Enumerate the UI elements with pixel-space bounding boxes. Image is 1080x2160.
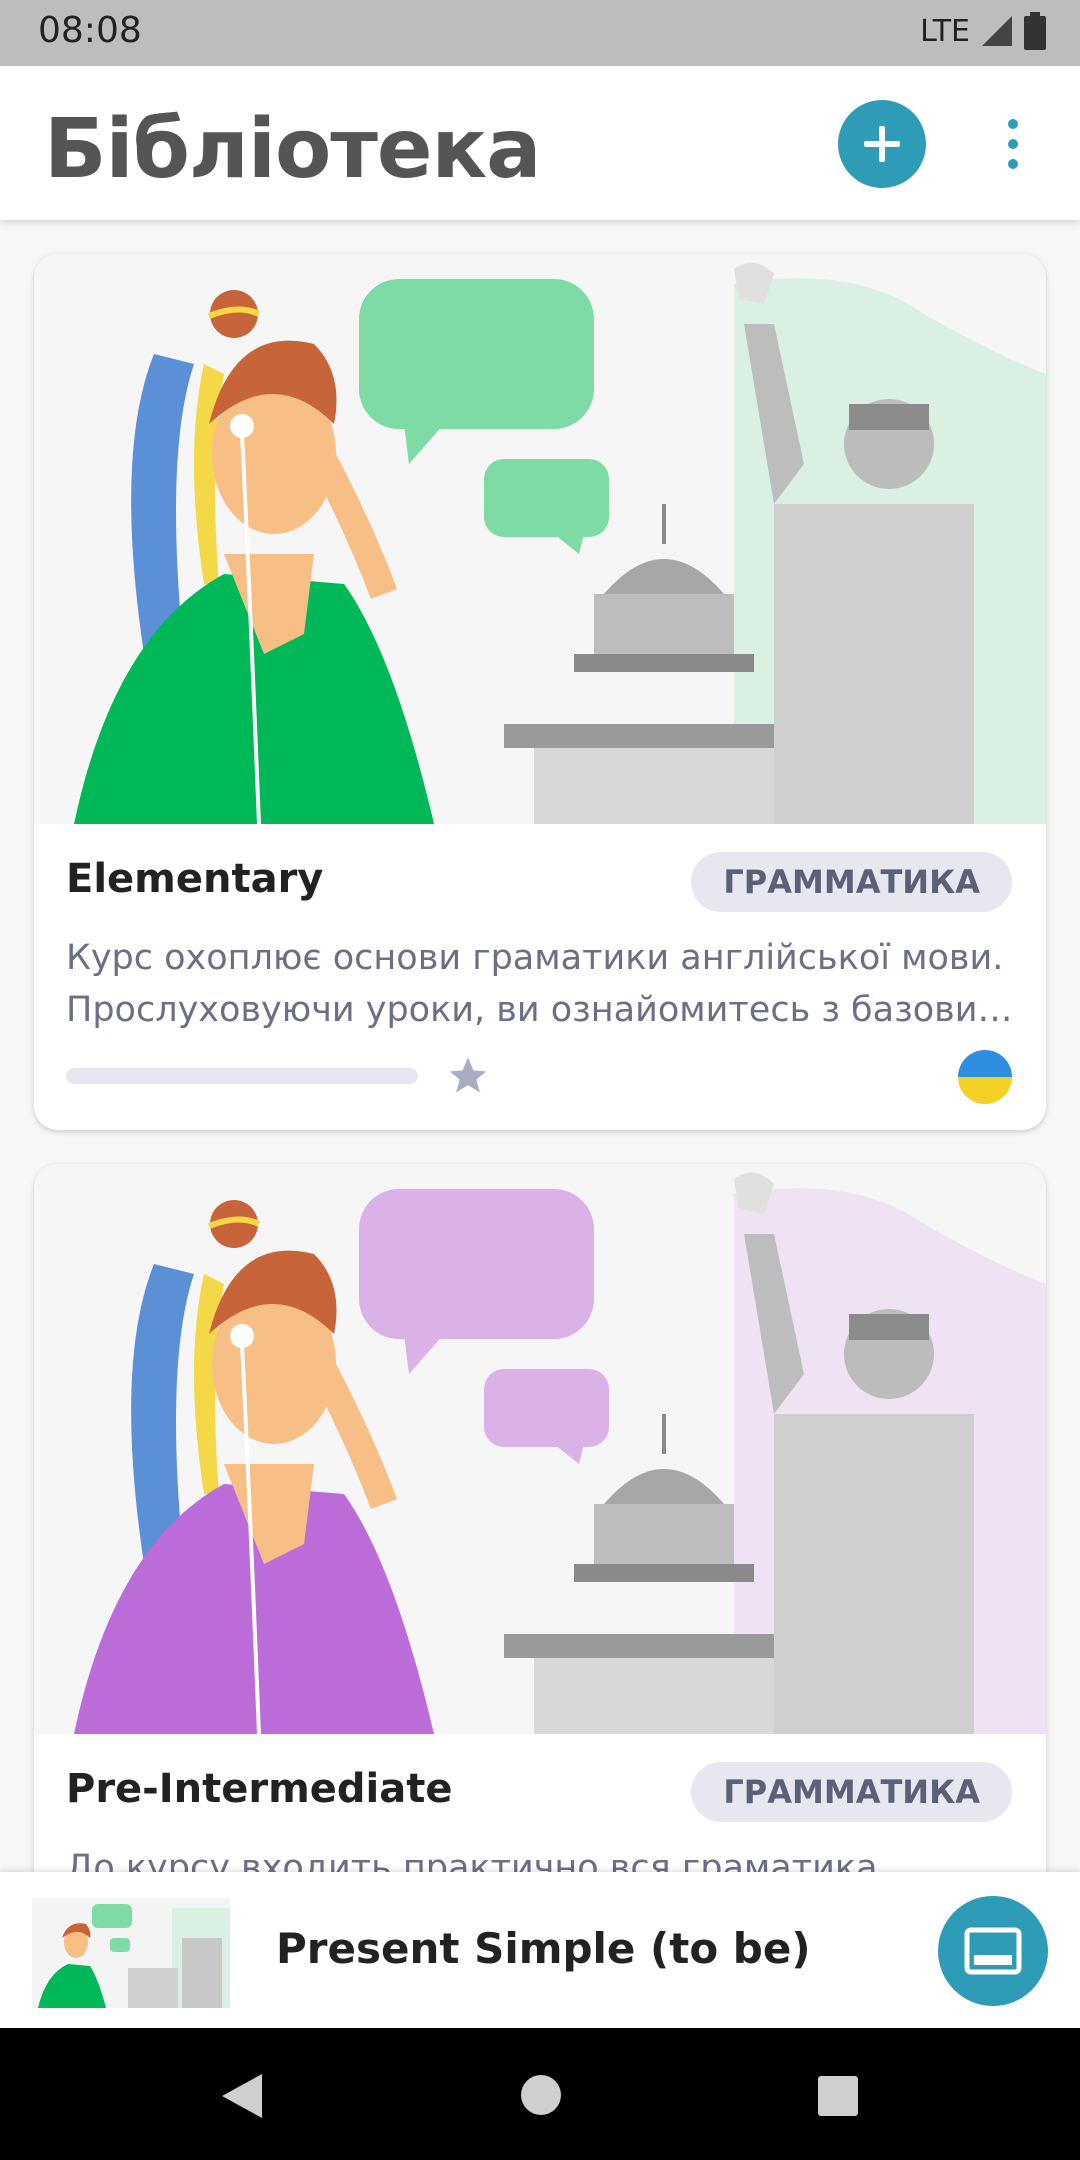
cast-screen-icon — [964, 1927, 1022, 1975]
category-badge: ГРАММАТИКА — [691, 1762, 1012, 1822]
category-badge: ГРАММАТИКА — [691, 852, 1012, 912]
plus-icon — [864, 126, 900, 162]
course-illustration — [34, 1164, 1046, 1734]
status-time: 08:08 — [38, 10, 142, 51]
app-bar: Бібліотека — [0, 66, 1080, 220]
player-expand-button[interactable] — [938, 1896, 1048, 2006]
network-type: LTE — [920, 13, 970, 49]
recents-icon[interactable] — [818, 2076, 858, 2116]
add-button[interactable] — [838, 100, 926, 188]
course-title: Elementary — [66, 856, 324, 902]
favorite-star-icon[interactable] — [446, 1054, 490, 1098]
description-line: Прослуховуючи уроки, ви ознайомитесь з б… — [66, 990, 1016, 1030]
now-playing-title: Present Simple (to be) — [276, 1924, 811, 1973]
course-title: Pre-Intermediate — [66, 1766, 453, 1812]
signal-icon — [982, 16, 1012, 46]
more-menu-button[interactable] — [990, 114, 1036, 174]
course-card[interactable]: Pre-Intermediate ГРАММАТИКА До курсу вхо… — [34, 1164, 1046, 1924]
battery-icon — [1024, 12, 1046, 50]
status-bar: 08:08 LTE — [0, 0, 1080, 66]
course-card[interactable]: Elementary ГРАММАТИКА Курс охоплює основ… — [34, 254, 1046, 1130]
home-icon[interactable] — [520, 2074, 562, 2116]
system-nav-bar — [0, 2028, 1080, 2160]
course-description: Курс охоплює основи граматики англійсько… — [66, 932, 1016, 1036]
mini-player[interactable]: Present Simple (to be) — [0, 1872, 1080, 2028]
progress-bar — [66, 1068, 418, 1084]
course-illustration — [34, 254, 1046, 824]
ukraine-flag-icon — [958, 1050, 1012, 1104]
lesson-thumbnail — [32, 1898, 230, 2008]
page-title: Бібліотека — [44, 102, 541, 197]
more-vert-icon — [1008, 119, 1018, 169]
status-indicators: LTE — [920, 12, 1046, 50]
description-line: Курс охоплює основи граматики англійсько… — [66, 938, 1004, 978]
back-icon[interactable] — [218, 2072, 264, 2120]
